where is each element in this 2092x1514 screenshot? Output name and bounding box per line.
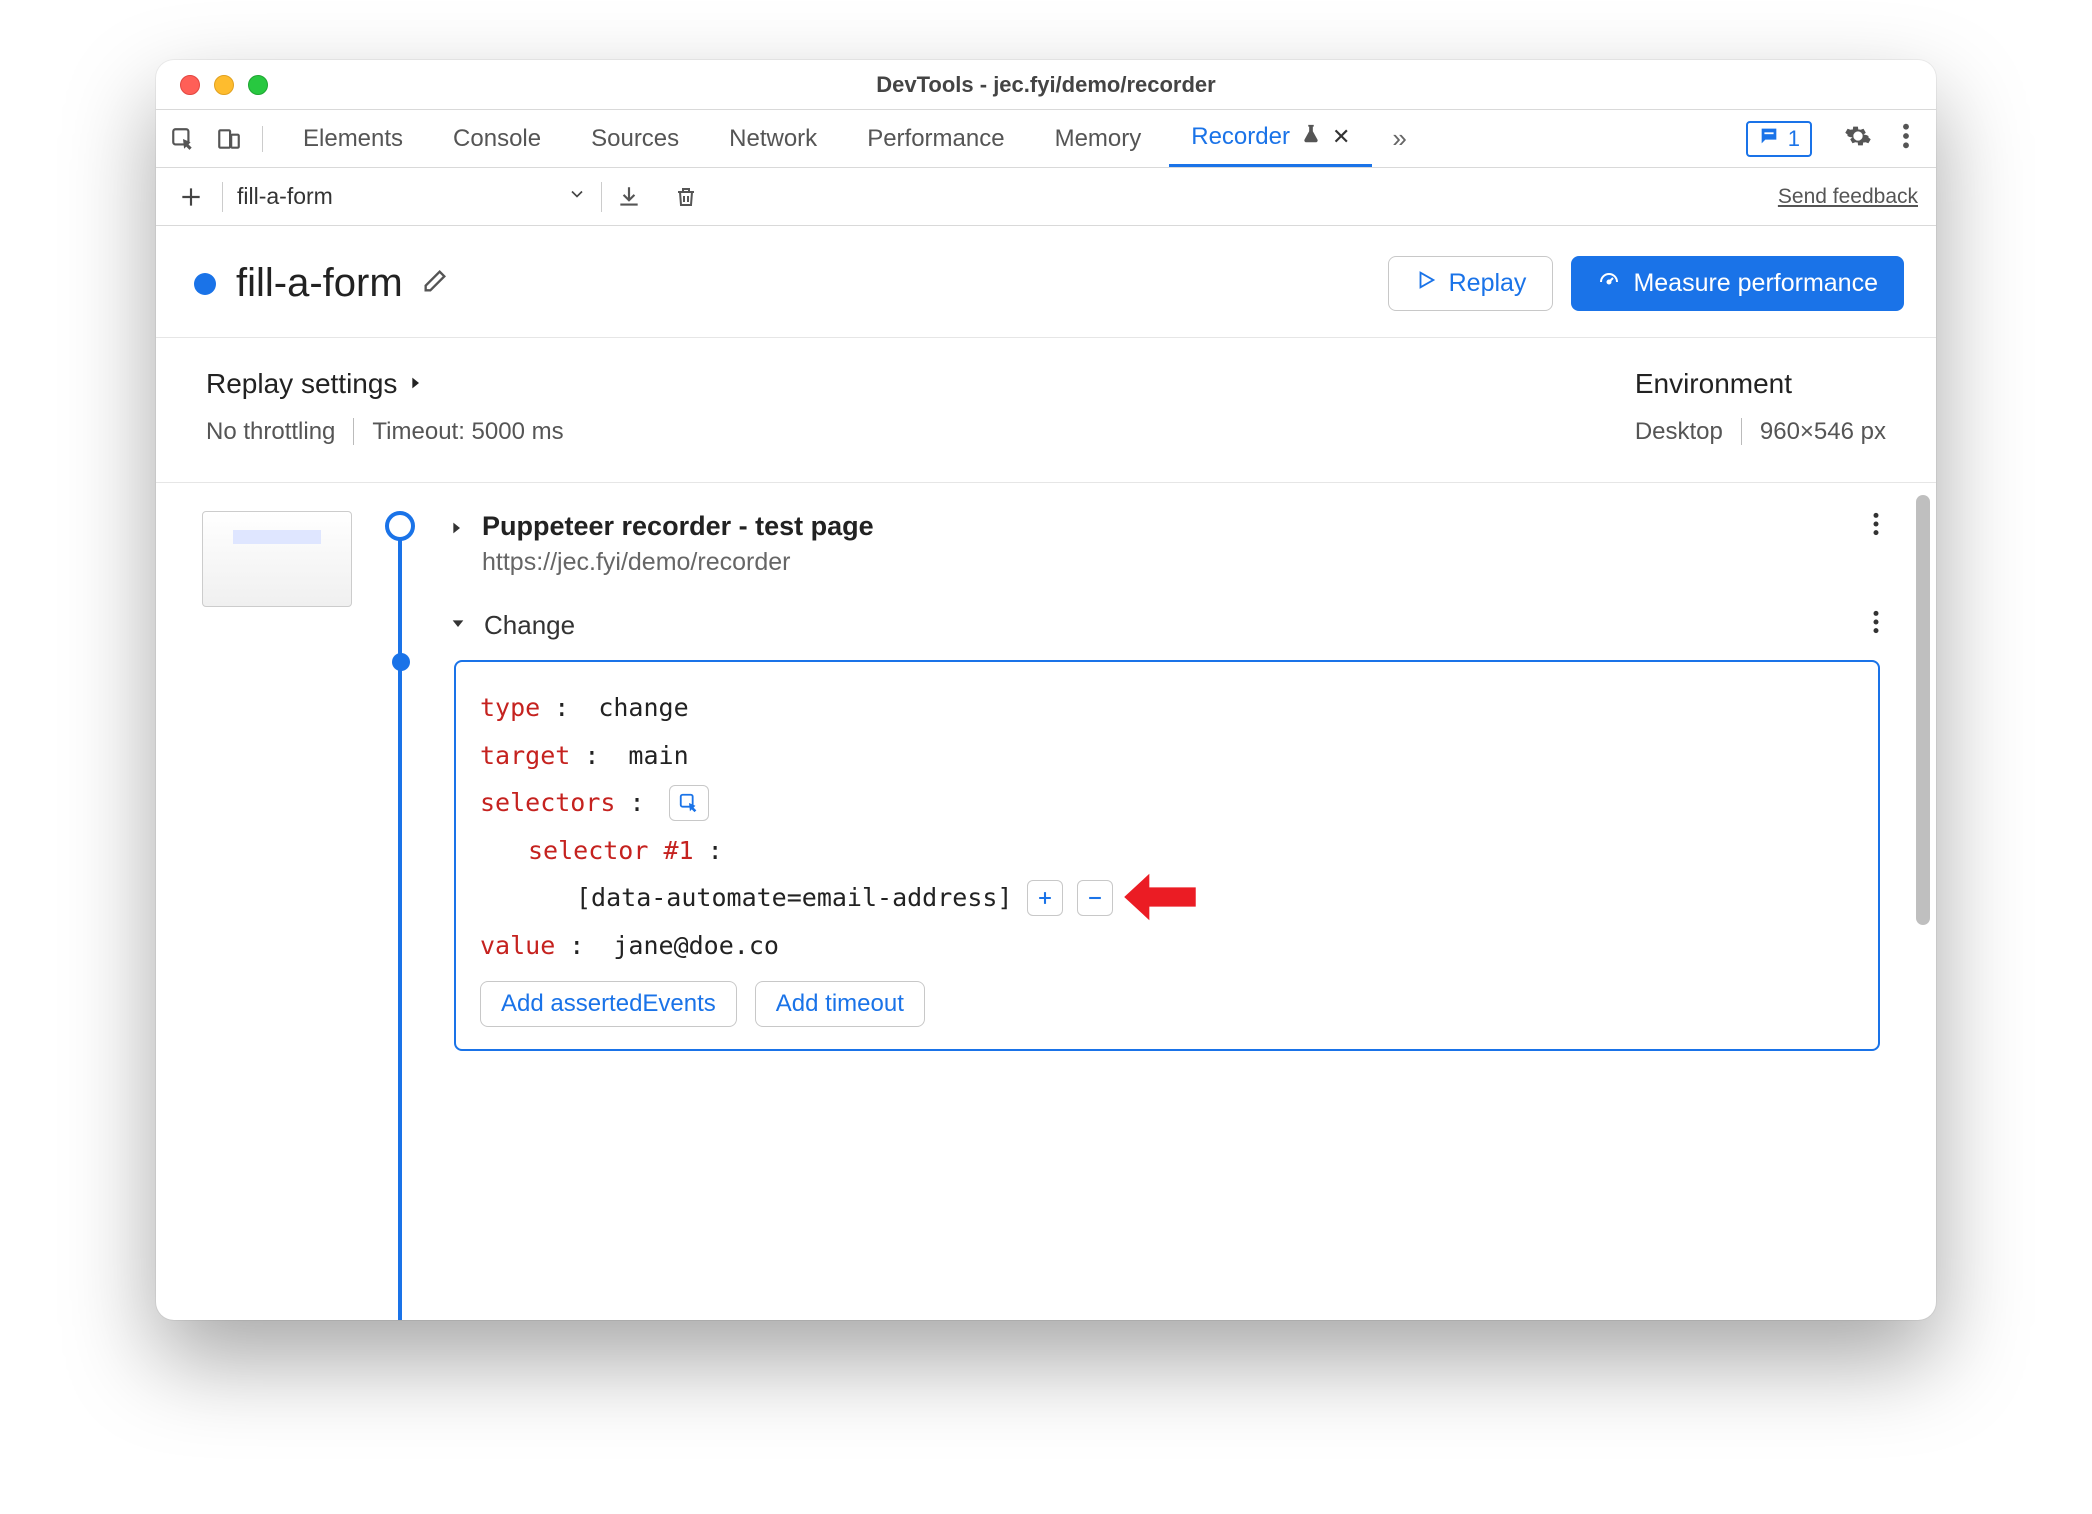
tab-elements[interactable]: Elements — [281, 110, 425, 167]
viewport-value: 960×546 px — [1741, 418, 1886, 446]
caret-down-icon — [448, 614, 468, 637]
timeline-bullet-step — [392, 653, 410, 671]
inspect-element-icon[interactable] — [170, 126, 196, 152]
send-feedback-link[interactable]: Send feedback — [1778, 185, 1918, 209]
selector-1-label: selector #1 — [528, 827, 694, 875]
remove-selector-button[interactable] — [1077, 880, 1113, 916]
step-start-title: Puppeteer recorder - test page — [482, 511, 874, 542]
tab-network[interactable]: Network — [707, 110, 839, 167]
field-key-selectors: selectors — [480, 779, 615, 827]
add-selector-button[interactable] — [1027, 880, 1063, 916]
add-asserted-events-button[interactable]: Add assertedEvents — [480, 981, 737, 1027]
edit-title-icon[interactable] — [421, 267, 449, 300]
step-start[interactable]: Puppeteer recorder - test page https://j… — [448, 511, 1880, 577]
issues-badge[interactable]: 1 — [1746, 121, 1812, 157]
recording-header: fill-a-form Replay Measure performance — [156, 226, 1936, 338]
close-tab-icon[interactable]: ✕ — [1332, 124, 1350, 150]
devtools-window: DevTools - jec.fyi/demo/recorder Element… — [156, 60, 1936, 1320]
new-recording-button[interactable] — [174, 180, 208, 214]
replay-settings-toggle[interactable]: Replay settings — [206, 368, 564, 400]
export-icon[interactable] — [616, 184, 642, 210]
devtools-tabbar: Elements Console Sources Network Perform… — [156, 110, 1936, 168]
step-change-label: Change — [484, 610, 575, 641]
field-val-type[interactable]: change — [598, 684, 688, 732]
field-key-target: target — [480, 732, 570, 780]
field-key-type: type — [480, 684, 540, 732]
tab-performance[interactable]: Performance — [845, 110, 1026, 167]
settings-icon[interactable] — [1832, 122, 1884, 155]
selector-1-value[interactable]: [data-automate=email-address] — [576, 874, 1013, 922]
issues-count: 1 — [1788, 126, 1800, 152]
experiment-icon — [1300, 123, 1322, 152]
recorder-toolbar: fill-a-form Send feedback — [156, 168, 1936, 226]
step-menu-icon[interactable] — [1872, 609, 1880, 642]
timeout-value: Timeout: 5000 ms — [353, 418, 563, 446]
step-change-header[interactable]: Change — [448, 609, 1880, 642]
recording-status-dot — [194, 273, 216, 295]
settings-row: Replay settings No throttling Timeout: 5… — [156, 338, 1936, 483]
tab-recorder[interactable]: Recorder ✕ — [1169, 110, 1372, 167]
device-toolbar-icon[interactable] — [216, 126, 242, 152]
tab-memory[interactable]: Memory — [1033, 110, 1164, 167]
caret-right-icon — [448, 518, 464, 544]
tab-sources[interactable]: Sources — [569, 110, 701, 167]
delete-icon[interactable] — [674, 184, 698, 210]
step-menu-icon[interactable] — [1872, 511, 1880, 542]
tab-console[interactable]: Console — [431, 110, 563, 167]
more-tabs-icon[interactable]: » — [1378, 123, 1420, 154]
titlebar: DevTools - jec.fyi/demo/recorder — [156, 60, 1936, 110]
gauge-icon — [1597, 268, 1621, 299]
scrollbar[interactable] — [1916, 495, 1930, 925]
step-start-url: https://jec.fyi/demo/recorder — [482, 548, 874, 577]
field-val-value[interactable]: jane@doe.co — [613, 922, 779, 970]
throttling-value: No throttling — [206, 418, 335, 446]
add-timeout-button[interactable]: Add timeout — [755, 981, 925, 1027]
play-icon — [1415, 269, 1437, 298]
device-value: Desktop — [1635, 418, 1723, 446]
selector-picker-button[interactable] — [669, 785, 709, 821]
measure-performance-button[interactable]: Measure performance — [1571, 256, 1904, 311]
environment-heading: Environment — [1635, 368, 1886, 400]
caret-right-icon — [407, 368, 423, 400]
chat-icon — [1758, 125, 1780, 153]
field-key-value: value — [480, 922, 555, 970]
chevron-down-icon — [567, 184, 587, 209]
recording-title: fill-a-form — [236, 261, 403, 306]
main-menu-icon[interactable] — [1890, 122, 1922, 155]
window-title: DevTools - jec.fyi/demo/recorder — [156, 72, 1936, 98]
recording-select-value: fill-a-form — [237, 183, 553, 210]
replay-button[interactable]: Replay — [1388, 256, 1554, 311]
screenshot-thumbnail[interactable] — [202, 511, 352, 607]
field-val-target[interactable]: main — [628, 732, 688, 780]
annotation-arrow-icon — [1120, 868, 1198, 942]
timeline-bullet-start — [385, 511, 415, 541]
recording-select[interactable]: fill-a-form — [237, 183, 587, 210]
timeline — [380, 511, 420, 1320]
steps-area: Puppeteer recorder - test page https://j… — [156, 483, 1936, 1320]
step-editor: type: change target: main selectors: sel… — [454, 660, 1880, 1051]
